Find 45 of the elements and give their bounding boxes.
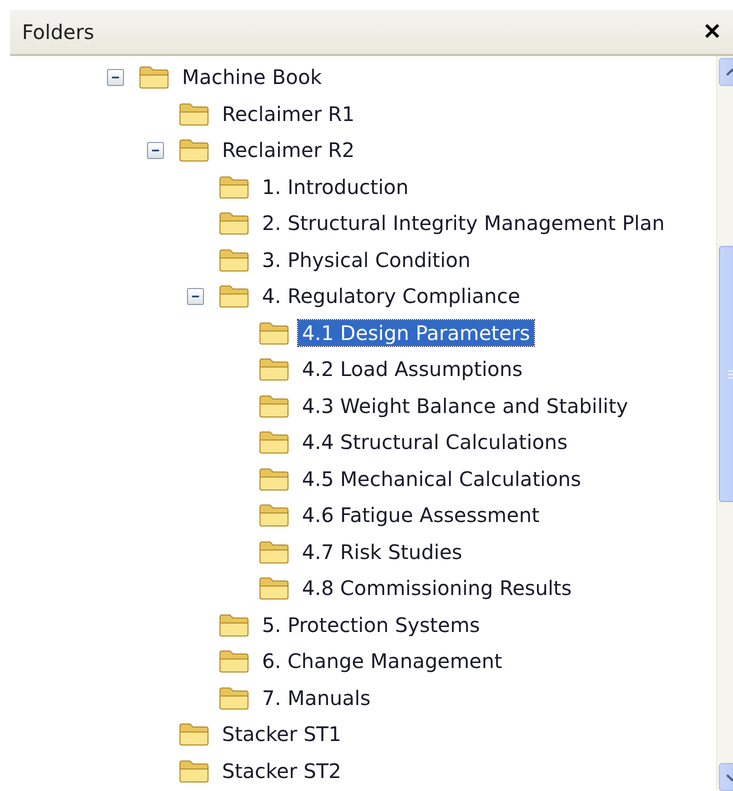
folder-label[interactable]: Stacker ST2 <box>218 758 346 784</box>
folder-icon <box>178 758 210 783</box>
folder-label[interactable]: 3. Physical Condition <box>258 246 475 273</box>
folder-icon <box>218 211 250 236</box>
close-button[interactable]: ✕ <box>703 19 721 45</box>
folder-icon <box>258 576 290 600</box>
folder-icon <box>258 320 290 345</box>
folder-label[interactable]: 4.4 Structural Calculations <box>298 429 572 456</box>
folder-label[interactable]: 4.6 Fatigue Assessment <box>298 502 544 528</box>
folder-icon <box>218 686 250 710</box>
folder-icon <box>258 466 290 491</box>
folder-icon <box>218 174 250 199</box>
collapse-button[interactable] <box>107 68 124 86</box>
folder-icon <box>258 503 290 528</box>
folder-label[interactable]: 4.5 Mechanical Calculations <box>298 466 586 492</box>
folder-label[interactable]: 4.8 Commissioning Results <box>298 575 576 602</box>
folder-icon <box>178 138 210 162</box>
folder-icon <box>218 284 250 308</box>
folder-label[interactable]: Stacker ST1 <box>218 721 346 748</box>
panel-title: Folders <box>22 20 94 44</box>
folder-label[interactable]: Reclaimer R1 <box>218 100 359 127</box>
folder-label[interactable]: Reclaimer R2 <box>218 137 359 164</box>
folder-label[interactable]: 5. Protection Systems <box>258 612 484 638</box>
collapse-button[interactable] <box>147 142 164 159</box>
folder-icon <box>218 248 250 272</box>
folder-icon <box>178 102 210 126</box>
folder-label[interactable]: 4.7 Risk Studies <box>298 538 466 565</box>
folder-icon <box>218 649 250 674</box>
folder-label[interactable]: 4. Regulatory Compliance <box>258 283 524 310</box>
folder-label[interactable]: 7. Manuals <box>258 684 375 711</box>
collapse-button[interactable] <box>187 288 204 305</box>
folder-icon <box>258 430 290 454</box>
folder-label[interactable]: 4.1 Design Parameters <box>298 320 534 346</box>
folder-icon <box>258 540 290 564</box>
folder-label[interactable]: Machine Book <box>178 64 326 90</box>
folder-label[interactable]: 4.2 Load Assumptions <box>298 356 527 382</box>
folder-icon <box>178 722 210 746</box>
folder-icon <box>258 357 290 382</box>
folder-label[interactable]: 6. Change Management <box>258 648 506 674</box>
folder-icon <box>258 394 290 418</box>
folder-icon <box>138 65 170 90</box>
folder-label[interactable]: 4.3 Weight Balance and Stability <box>298 392 632 419</box>
folder-icon <box>218 612 250 637</box>
folder-label[interactable]: 2. Structural Integrity Management Plan <box>258 210 669 236</box>
folder-label[interactable]: 1. Introduction <box>258 174 413 200</box>
